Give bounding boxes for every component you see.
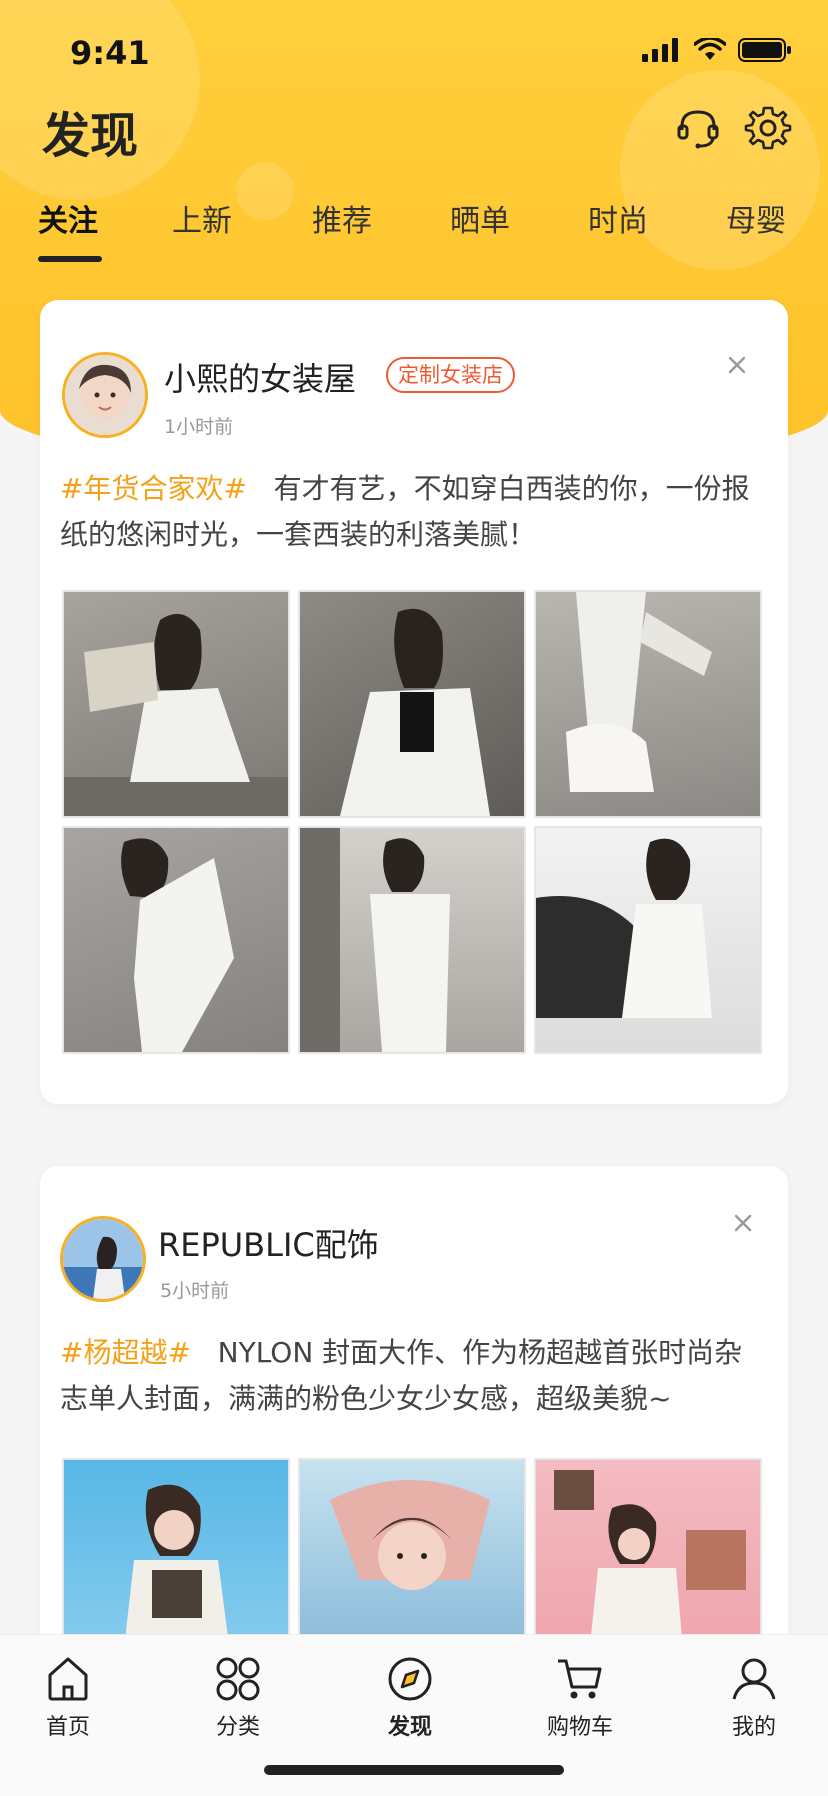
header-actions xyxy=(674,104,792,152)
tabbar-label: 发现 xyxy=(387,1715,432,1740)
headset-icon[interactable] xyxy=(674,104,722,152)
profile-icon xyxy=(732,1658,776,1700)
tab-follow[interactable]: 关注 xyxy=(38,196,98,240)
post-text: #杨超越# NYLON 封面大作、作为杨超越首张时尚杂志单人封面，满满的粉色少女… xyxy=(60,1330,770,1422)
photo-grid xyxy=(62,590,762,1054)
shop-badge: 定制女装店 xyxy=(386,357,515,393)
tabbar-category[interactable]: 分类 xyxy=(178,1645,298,1741)
author-name[interactable]: 小熙的女装屋 xyxy=(164,354,356,400)
post-text: #年货合家欢# 有才有艺，不如穿白西装的你，一份报纸的悠闲时光，一套西装的利落美… xyxy=(60,466,770,558)
close-icon[interactable] xyxy=(722,350,752,380)
gear-icon[interactable] xyxy=(744,104,792,152)
tab-baby[interactable]: 母婴 xyxy=(726,196,786,240)
status-time: 9:41 xyxy=(70,34,150,72)
tab-showcase[interactable]: 晒单 xyxy=(450,196,510,240)
tabbar-profile[interactable]: 我的 xyxy=(694,1645,814,1741)
tab-new[interactable]: 上新 xyxy=(172,196,232,240)
avatar[interactable] xyxy=(60,1216,146,1302)
post-photo[interactable] xyxy=(298,590,526,818)
post-time: 1小时前 xyxy=(164,416,234,438)
tabbar-label: 分类 xyxy=(215,1715,260,1740)
tab-indicator xyxy=(38,256,102,262)
discover-icon xyxy=(388,1657,432,1701)
tabbar-label: 购物车 xyxy=(546,1715,613,1740)
battery-icon xyxy=(738,38,791,62)
tabbar-discover[interactable]: 发现 xyxy=(350,1645,470,1741)
top-tabs: 关注 上新 推荐 晒单 时尚 母婴 xyxy=(0,196,828,266)
post-card[interactable]: 小熙的女装屋 定制女装店 1小时前 #年货合家欢# 有才有艺，不如穿白西装的你，… xyxy=(40,300,788,1104)
home-icon xyxy=(48,1657,88,1701)
post-hashtag[interactable]: #年货合家欢# xyxy=(60,472,247,505)
post-photo[interactable] xyxy=(62,590,290,818)
status-bar: 9:41 xyxy=(0,0,828,100)
post-photo[interactable] xyxy=(534,590,762,818)
author-name[interactable]: REPUBLIC配饰 xyxy=(158,1220,379,1266)
tabbar-home[interactable]: 首页 xyxy=(8,1645,128,1741)
home-indicator xyxy=(264,1765,564,1775)
close-icon[interactable] xyxy=(728,1208,758,1238)
tab-fashion[interactable]: 时尚 xyxy=(588,196,648,240)
cart-icon xyxy=(558,1659,602,1699)
post-time: 5小时前 xyxy=(160,1280,230,1302)
post-photo[interactable] xyxy=(534,826,762,1054)
tab-recommend[interactable]: 推荐 xyxy=(312,196,372,240)
post-card[interactable]: REPUBLIC配饰 5小时前 #杨超越# NYLON 封面大作、作为杨超越首张… xyxy=(40,1166,788,1666)
post-photo[interactable] xyxy=(62,826,290,1054)
avatar[interactable] xyxy=(62,352,148,438)
tabbar-label: 我的 xyxy=(731,1715,776,1740)
wifi-icon xyxy=(694,38,726,60)
status-icons xyxy=(642,38,792,62)
page-title: 发现 xyxy=(42,108,139,164)
post-hashtag[interactable]: #杨超越# xyxy=(60,1336,191,1369)
post-photo[interactable] xyxy=(298,826,526,1054)
category-icon xyxy=(216,1657,260,1701)
signal-icon xyxy=(642,38,678,62)
tabbar-cart[interactable]: 购物车 xyxy=(520,1645,640,1741)
tabbar-label: 首页 xyxy=(45,1715,90,1740)
